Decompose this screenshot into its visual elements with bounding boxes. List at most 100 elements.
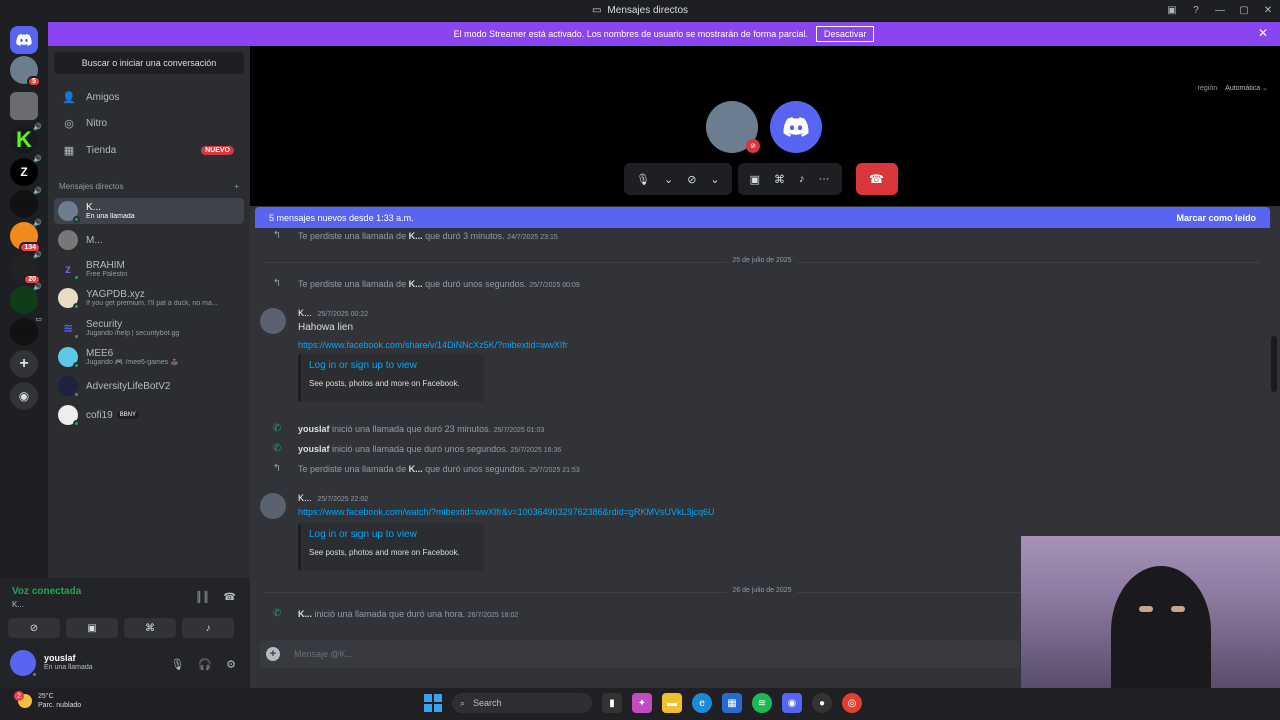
- activity-button[interactable]: ⌘: [124, 618, 176, 638]
- headphones-icon[interactable]: 🎧: [198, 658, 212, 671]
- system-message-missed-call: ↰ Te perdiste una llamada de K... que du…: [270, 463, 580, 474]
- task-view-icon[interactable]: ▮: [602, 693, 622, 713]
- embed-title[interactable]: Log in or sign up to view: [309, 529, 476, 540]
- call-camera-off-icon[interactable]: ⊘: [687, 173, 696, 186]
- edge-icon[interactable]: e: [692, 693, 712, 713]
- dm-item-brahim[interactable]: z BRAHIM Free Palestin: [54, 256, 244, 282]
- avatar: [58, 230, 78, 250]
- hang-up-button[interactable]: ☎: [855, 163, 898, 195]
- server-icon-9[interactable]: ▭: [10, 316, 42, 346]
- mark-as-read-button[interactable]: Marcar como leído: [1176, 213, 1256, 223]
- avatar: z: [58, 259, 80, 281]
- screen-share-button[interactable]: ▣: [66, 618, 118, 638]
- explore-icon[interactable]: ◉: [10, 382, 38, 410]
- nav-friends[interactable]: 👤 Amigos: [54, 85, 244, 109]
- message-text: Hahowa lien: [298, 322, 354, 333]
- system-message-missed-call: ↰ Te perdiste una llamada de K... que du…: [270, 230, 558, 241]
- maximize-button[interactable]: ▢: [1232, 5, 1256, 16]
- more-options-icon[interactable]: ···: [819, 173, 830, 185]
- discord-taskbar-icon[interactable]: ◉: [782, 693, 802, 713]
- chevron-down-icon[interactable]: ⌄: [664, 173, 673, 186]
- settings-gear-icon[interactable]: ⚙: [226, 658, 236, 671]
- add-server-icon[interactable]: +: [10, 350, 38, 378]
- camera-off-button[interactable]: ⊘: [8, 618, 60, 638]
- call-icon: ✆: [272, 443, 282, 454]
- taskbar-search[interactable]: ⌕ Search: [452, 693, 592, 713]
- file-explorer-icon[interactable]: ▬: [662, 693, 682, 713]
- search-icon: ⌕: [460, 697, 466, 708]
- scrollbar[interactable]: [1271, 336, 1277, 392]
- server-icon-1[interactable]: 5: [10, 56, 41, 87]
- streamer-text: El modo Streamer está activado. Los nomb…: [453, 29, 808, 39]
- system-message-call: ✆ K... inició una llamada que duró una h…: [270, 608, 518, 619]
- minimize-button[interactable]: —: [1208, 5, 1232, 16]
- call-activity-icon[interactable]: ⌘: [774, 173, 785, 186]
- dm-item-security[interactable]: ≋ Security Jugando /help | securitybot.gg: [54, 315, 244, 341]
- server-icon-6[interactable]: 134 🔊: [10, 220, 42, 253]
- server-icon-5[interactable]: 🔊: [10, 188, 42, 218]
- soundboard-button[interactable]: ♪: [182, 618, 234, 638]
- embed-title[interactable]: Log in or sign up to view: [309, 360, 476, 371]
- chevron-down-icon[interactable]: ⌄: [710, 173, 719, 186]
- dm-item-yagpdb[interactable]: YAGPDB.xyz If you get premium, I'll pat a…: [54, 285, 244, 311]
- new-messages-bar[interactable]: 5 mensajes nuevos desde 1:33 a.m. Marcar…: [255, 207, 1270, 228]
- help-icon[interactable]: ?: [1184, 5, 1208, 16]
- server-icon-8[interactable]: 🔊: [10, 284, 42, 314]
- system-message-call: ✆ youslaf inició una llamada que duró 23…: [270, 423, 544, 434]
- close-button[interactable]: ✕: [1256, 5, 1280, 16]
- call-soundboard-icon[interactable]: ♪: [799, 173, 805, 185]
- nav-shop[interactable]: ▦ Tienda NUEVO: [54, 138, 244, 162]
- dm-item-adversity[interactable]: AdversityLifeBotV2: [54, 373, 244, 399]
- dm-item-mee6[interactable]: MEE6 Jugando 🎮 /mee6-games 🕹️: [54, 344, 244, 370]
- microphone-icon[interactable]: 🎙: [170, 658, 184, 671]
- speaker-icon: 🔊: [33, 284, 42, 291]
- create-dm-icon[interactable]: +: [234, 182, 239, 191]
- user-panel[interactable]: youslaf En una llamada: [10, 650, 93, 678]
- system-message-missed-call: ↰ Te perdiste una llamada de K... que du…: [270, 278, 580, 289]
- message-link[interactable]: https://www.facebook.com/watch/?mibextid…: [298, 507, 714, 517]
- disconnect-icon[interactable]: ☎: [224, 592, 236, 603]
- speaker-icon: 🔊: [33, 156, 42, 163]
- message-input[interactable]: Mensaje @K...: [294, 649, 353, 659]
- add-attachment-icon[interactable]: +: [266, 647, 280, 661]
- webcam-person: [1111, 566, 1211, 688]
- close-banner-icon[interactable]: ✕: [1258, 26, 1268, 40]
- voice-panel: Voz conectada K... ║║ ☎ ⊘ ▣ ⌘ ♪ youslaf En…: [0, 578, 250, 688]
- message-composer[interactable]: + Mensaje @K...: [260, 640, 1020, 668]
- weather-widget[interactable]: 2 25°C Parc. nublado: [14, 691, 81, 710]
- deactivate-streamer-button[interactable]: Desactivar: [815, 26, 875, 42]
- avatar[interactable]: [260, 493, 286, 519]
- message-author[interactable]: K...: [298, 493, 312, 503]
- windows-start-icon[interactable]: [424, 694, 442, 712]
- call-avatar-user: [770, 101, 822, 153]
- server-icon-7[interactable]: 20 🔊: [10, 252, 42, 285]
- inbox-button[interactable]: ▣: [1160, 5, 1184, 16]
- avatar: [58, 347, 80, 369]
- dm-item-cofi19[interactable]: cofi19 BBNY: [54, 402, 244, 428]
- region-selector[interactable]: región Automática ⌄: [1198, 84, 1268, 92]
- chrome-icon[interactable]: ◎: [842, 693, 862, 713]
- store-icon[interactable]: ▦: [722, 693, 742, 713]
- home-discord-icon[interactable]: [10, 26, 38, 54]
- speaker-icon: 🔊: [33, 252, 42, 259]
- message-author[interactable]: K...: [298, 308, 312, 318]
- copilot-icon[interactable]: ✦: [632, 693, 652, 713]
- call-microphone-icon[interactable]: 🎙: [636, 173, 650, 186]
- dm-item-m[interactable]: M...: [54, 227, 244, 253]
- voice-connected-status[interactable]: Voz conectada: [12, 586, 81, 597]
- call-screen-share-icon[interactable]: ▣: [750, 173, 760, 186]
- server-icon-kick[interactable]: K 🔊: [10, 124, 42, 154]
- system-message-call: ✆ youslaf inició una llamada que duró un…: [270, 443, 561, 454]
- search-conversation-button[interactable]: Buscar o iniciar una conversación: [54, 52, 244, 74]
- call-area: región Automática ⌄ ⊘ 🎙 ⌄ ⊘ ⌄ ▣ ⌘ ♪ ··· ☎: [250, 46, 1280, 206]
- avatar[interactable]: [260, 308, 286, 334]
- message-link[interactable]: https://www.facebook.com/share/v/14DiNNc…: [298, 340, 568, 350]
- app-icon[interactable]: ●: [812, 693, 832, 713]
- nav-nitro[interactable]: ◎ Nitro: [54, 111, 244, 135]
- spotify-icon[interactable]: ≋: [752, 693, 772, 713]
- dm-item-k[interactable]: K... En una llamada: [54, 198, 244, 224]
- server-icon-2[interactable]: [10, 92, 38, 120]
- server-icon-zc[interactable]: Z 🔊: [10, 156, 42, 186]
- dm-header: Mensajes directos +: [59, 182, 239, 191]
- noise-suppression-icon[interactable]: ║║: [195, 592, 209, 603]
